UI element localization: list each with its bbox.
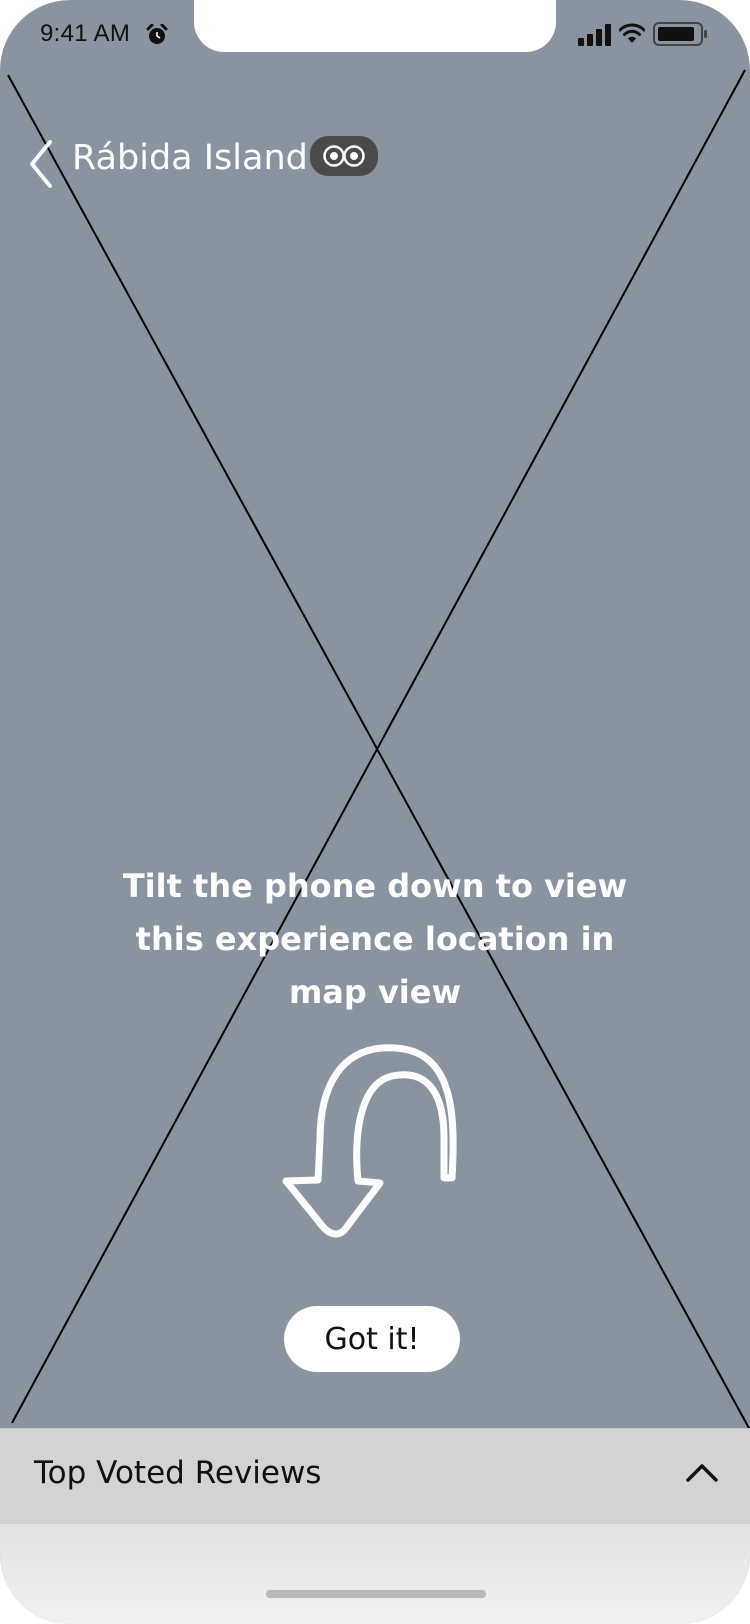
phone-screen: 9:41 AM Rábida Island Tilt the phone dow… [0,0,750,1624]
tilt-instruction: Tilt the phone down to view this experie… [110,860,640,1019]
back-button[interactable] [22,136,62,192]
home-indicator[interactable] [266,1590,486,1598]
alarm-icon [146,24,168,44]
got-it-button[interactable]: Got it! [284,1306,460,1372]
instruction-line: this experience location in [135,920,615,958]
home-area [0,1524,750,1624]
signal-icon [578,24,611,46]
vr-view-button[interactable] [310,136,378,176]
chevron-left-icon [30,140,52,188]
instruction-line: Tilt the phone down to view [122,867,628,905]
vr-goggles-icon [323,145,365,167]
nav-header: Rábida Island [0,128,750,198]
status-time: 9:41 AM [40,20,131,47]
reviews-title: Top Voted Reviews [34,1455,322,1491]
page-title: Rábida Island [72,138,308,178]
wifi-icon [619,23,645,43]
battery-icon [653,22,707,46]
chevron-up-icon[interactable] [686,1463,718,1483]
instruction-line: map view [288,973,462,1011]
status-bar: 9:41 AM [0,0,750,60]
reviews-drawer-toggle[interactable]: Top Voted Reviews [0,1428,750,1525]
curved-down-arrow-icon [282,1044,457,1238]
